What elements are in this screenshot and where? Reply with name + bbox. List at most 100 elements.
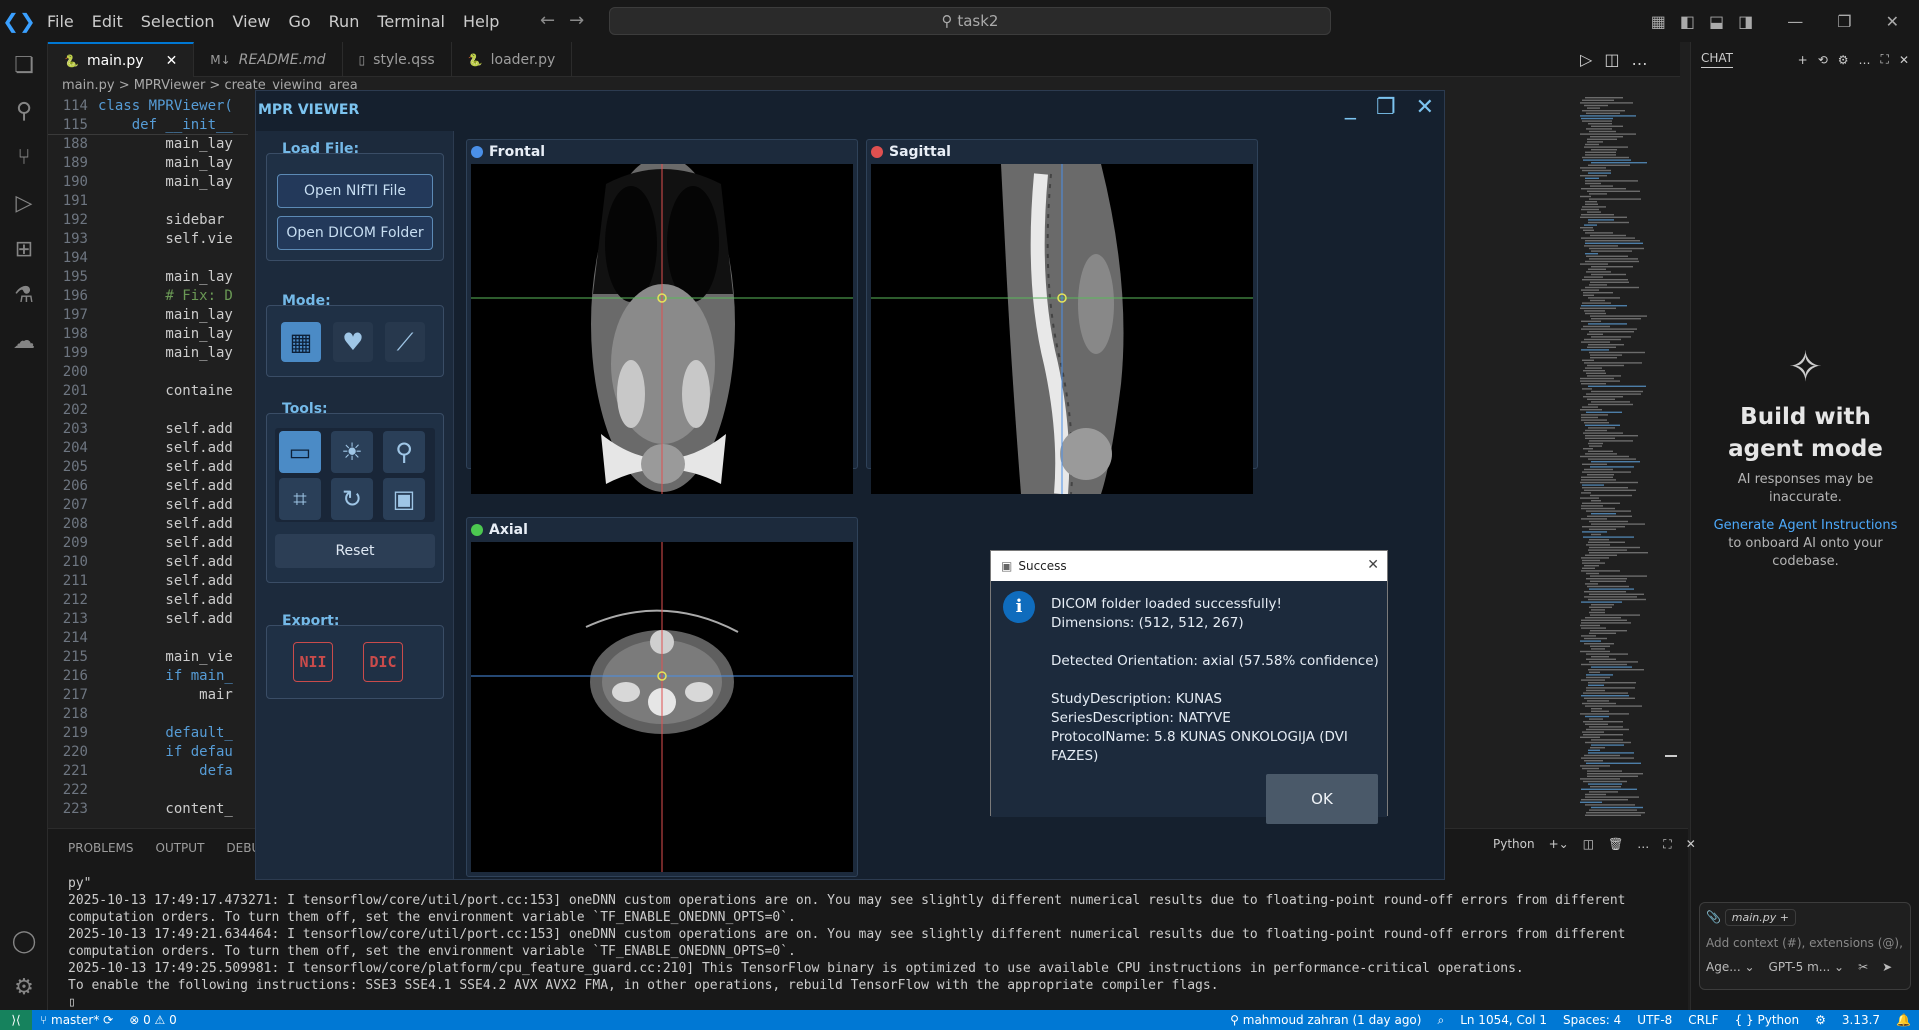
history-icon[interactable]: ⟲: [1818, 53, 1828, 67]
context-chip[interactable]: main.py +: [1724, 909, 1796, 926]
panel-tab-output[interactable]: OUTPUT: [156, 841, 205, 855]
line-endings[interactable]: CRLF: [1680, 1013, 1726, 1027]
interpreter-icon[interactable]: ⚙: [1807, 1013, 1834, 1027]
python-version[interactable]: 3.13.7: [1834, 1013, 1888, 1027]
code-line[interactable]: 216 if main_: [48, 667, 248, 686]
code-line[interactable]: 199 main_lay: [48, 344, 248, 363]
menu-file[interactable]: File: [38, 12, 83, 31]
code-line[interactable]: 210 self.add: [48, 553, 248, 572]
remote-explorer-icon[interactable]: ☁: [0, 318, 48, 364]
git-blame[interactable]: ⚲ mahmoud zahran (1 day ago): [1222, 1013, 1429, 1027]
encoding[interactable]: UTF-8: [1629, 1013, 1680, 1027]
code-line[interactable]: 218: [48, 705, 248, 724]
menu-selection[interactable]: Selection: [132, 12, 224, 31]
model-select[interactable]: GPT-5 m... ⌄: [1769, 960, 1845, 974]
menu-terminal[interactable]: Terminal: [368, 12, 454, 31]
restore-icon[interactable]: ❐: [1837, 12, 1851, 31]
code-line[interactable]: 209 self.add: [48, 534, 248, 553]
more-icon[interactable]: …: [1631, 50, 1659, 69]
code-line[interactable]: 205 self.add: [48, 458, 248, 477]
testing-icon[interactable]: ⚗: [0, 272, 48, 318]
tab-readme-md[interactable]: M↓ README.md: [194, 42, 343, 77]
code-line[interactable]: 197 main_lay: [48, 306, 248, 325]
layout-icon[interactable]: ▦: [1651, 12, 1666, 31]
close-icon[interactable]: ✕: [1886, 12, 1899, 31]
indentation[interactable]: Spaces: 4: [1555, 1013, 1629, 1027]
generate-instructions-link[interactable]: Generate Agent Instructions: [1714, 518, 1898, 533]
code-line[interactable]: 190 main_lay: [48, 173, 248, 192]
menu-view[interactable]: View: [224, 12, 280, 31]
curve-plot-icon[interactable]: ⟋: [385, 322, 425, 362]
terminal-output[interactable]: py" 2025-10-13 17:49:17.473271: I tensorf…: [68, 875, 1683, 1011]
minimize-icon[interactable]: —: [1787, 12, 1803, 31]
code-line[interactable]: 191: [48, 192, 248, 211]
trash-icon[interactable]: 🗑: [1608, 837, 1623, 852]
close-icon[interactable]: ✕: [1899, 53, 1909, 67]
toggle-secondary-sidebar-icon[interactable]: ◨: [1738, 12, 1753, 31]
split-editor-icon[interactable]: ◫: [1604, 50, 1631, 69]
chat-title[interactable]: CHAT: [1701, 51, 1734, 68]
extensions-icon[interactable]: ⊞: [0, 226, 48, 272]
reset-button[interactable]: Reset: [275, 534, 435, 568]
code-line[interactable]: 195 main_lay: [48, 268, 248, 287]
export-nii-button[interactable]: NII: [293, 642, 333, 682]
terminal-language[interactable]: Python: [1493, 837, 1535, 852]
frontal-canvas[interactable]: [471, 164, 853, 494]
open-dicom-button[interactable]: Open DICOM Folder: [277, 216, 433, 250]
minimize-icon[interactable]: _: [1345, 95, 1356, 120]
forward-arrow-icon[interactable]: →: [569, 10, 598, 31]
code-line[interactable]: 213 self.add: [48, 610, 248, 629]
code-line[interactable]: 222: [48, 781, 248, 800]
settings-icon[interactable]: ⚙: [1838, 53, 1849, 67]
brightness-icon[interactable]: ☀: [331, 431, 373, 473]
code-line[interactable]: 193 self.vie: [48, 230, 248, 249]
tab-main-py[interactable]: 🐍 main.py ✕: [48, 42, 195, 77]
code-line[interactable]: 201 containe: [48, 382, 248, 401]
more-icon[interactable]: …: [1859, 53, 1871, 67]
code-line[interactable]: 198 main_lay: [48, 325, 248, 344]
grid-view-icon[interactable]: ▦: [281, 322, 321, 362]
rotate-icon[interactable]: ↻: [331, 478, 373, 520]
nav-arrows[interactable]: ←→: [540, 10, 598, 31]
agent-mode-select[interactable]: Age... ⌄: [1706, 960, 1755, 974]
send-icon[interactable]: ➤: [1882, 960, 1892, 974]
maximize-panel-icon[interactable]: ⛶: [1663, 837, 1671, 852]
menu-run[interactable]: Run: [320, 12, 369, 31]
code-line[interactable]: 203 self.add: [48, 420, 248, 439]
code-line[interactable]: 192 sidebar: [48, 211, 248, 230]
chat-input[interactable]: 📎 main.py + Add context (#), extensions …: [1699, 902, 1911, 990]
code-line[interactable]: 211 self.add: [48, 572, 248, 591]
code-line[interactable]: 207 self.add: [48, 496, 248, 515]
crop-icon[interactable]: ⌗: [279, 478, 321, 520]
window-level-icon[interactable]: ▭: [279, 431, 321, 473]
problems-status[interactable]: ⊗ 0 ⚠ 0: [121, 1013, 185, 1027]
gear-icon[interactable]: ⚙: [0, 964, 48, 1010]
axial-canvas[interactable]: [471, 542, 853, 872]
language-mode[interactable]: { } Python: [1727, 1013, 1808, 1027]
sagittal-canvas[interactable]: [871, 164, 1253, 494]
code-line[interactable]: 212 self.add: [48, 591, 248, 610]
menu-go[interactable]: Go: [279, 12, 319, 31]
menu-help[interactable]: Help: [454, 12, 508, 31]
code-line[interactable]: 214: [48, 629, 248, 648]
maximize-icon[interactable]: ❐: [1376, 95, 1396, 120]
search-icon[interactable]: ⚲: [0, 88, 48, 134]
more-icon[interactable]: …: [1637, 837, 1649, 852]
explorer-icon[interactable]: ❏: [0, 42, 48, 88]
code-line[interactable]: 188 main_lay: [48, 135, 248, 154]
cursor-position[interactable]: Ln 1054, Col 1: [1452, 1013, 1555, 1027]
branch-status[interactable]: ⑂ master* ⟳: [32, 1013, 121, 1027]
new-terminal-icon[interactable]: +⌄: [1549, 837, 1569, 852]
zoom-icon[interactable]: ⚲: [383, 431, 425, 473]
code-line[interactable]: 204 self.add: [48, 439, 248, 458]
code-line[interactable]: 220 if defau: [48, 743, 248, 762]
code-line[interactable]: 215 main_vie: [48, 648, 248, 667]
code-line[interactable]: 221 defa: [48, 762, 248, 781]
run-debug-icon[interactable]: ▷: [0, 180, 48, 226]
remote-icon[interactable]: ⟩⟨: [0, 1010, 32, 1030]
zoom-icon[interactable]: ⌕: [1429, 1013, 1452, 1028]
code-line[interactable]: 200: [48, 363, 248, 382]
code-line[interactable]: 217 mair: [48, 686, 248, 705]
tab-close-icon[interactable]: ✕: [166, 53, 178, 69]
code-line[interactable]: 202: [48, 401, 248, 420]
